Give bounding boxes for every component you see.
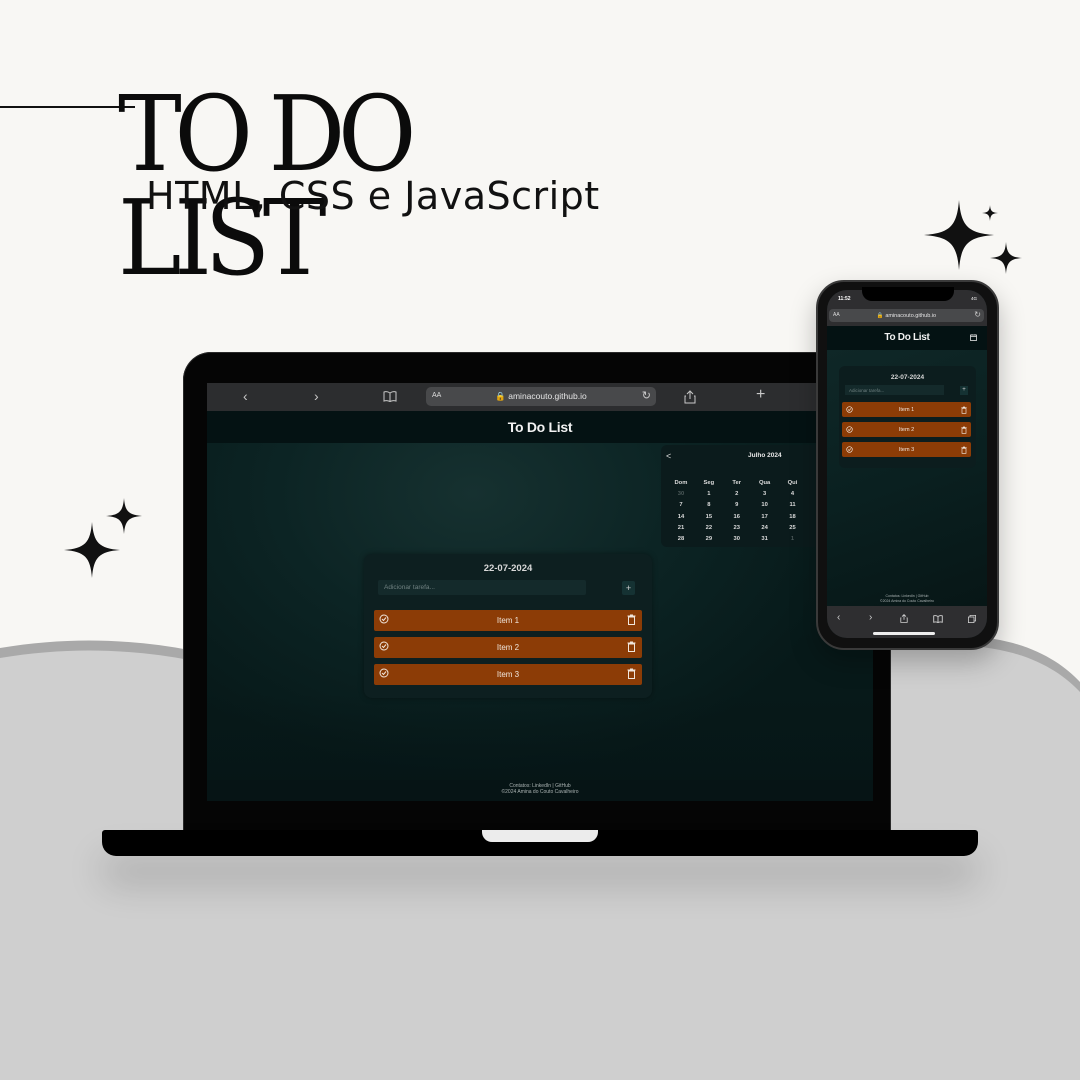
calendar-icon[interactable] (970, 334, 977, 341)
trash-icon[interactable] (627, 668, 636, 679)
todo-item-label: Item 3 (898, 446, 915, 453)
trash-icon[interactable] (627, 641, 636, 652)
todo-item[interactable]: Item 2 (842, 422, 971, 437)
todo-date: 22-07-2024 (890, 374, 925, 381)
app-title: To Do List (884, 332, 930, 343)
trash-icon[interactable] (961, 446, 967, 454)
app-title: To Do List (507, 419, 573, 435)
phone-address-bar: AA 🔒 aminacouto.github.io ↻ (827, 306, 987, 326)
trash-icon[interactable] (627, 614, 636, 625)
status-time: 11:52 (838, 296, 851, 302)
calendar-day[interactable]: 1 (779, 536, 807, 542)
app-header: To Do List (207, 411, 873, 443)
chevron-left-icon[interactable]: ‹ (837, 612, 840, 623)
reload-icon[interactable]: ↻ (974, 310, 981, 319)
chevron-left-icon[interactable]: ‹ (243, 388, 248, 404)
calendar-day[interactable]: 30 (723, 536, 751, 542)
task-input[interactable] (378, 580, 586, 595)
calendar-day[interactable]: 28 (667, 536, 695, 542)
chevron-right-icon[interactable]: › (314, 388, 319, 404)
phone-screen: 11:52 4G AA 🔒 aminacouto.github.io ↻ To … (827, 290, 987, 638)
todo-item[interactable]: Item 1 (842, 402, 971, 417)
url-value: aminacouto.github.io (508, 391, 587, 401)
share-icon[interactable] (900, 614, 908, 623)
todo-item-label: Item 2 (496, 643, 520, 652)
todo-item-label: Item 2 (898, 426, 915, 433)
home-indicator (873, 632, 935, 635)
laptop-notch (482, 830, 598, 842)
trash-icon[interactable] (961, 426, 967, 434)
browser-toolbar: ‹ › AA 🔒 aminacouto.github.io ↻ + (207, 383, 873, 411)
book-icon[interactable] (383, 391, 397, 402)
app-footer: Contatos: LinkedIn | GitHub ©2024 Amina … (827, 594, 987, 603)
laptop-screen: ‹ › AA 🔒 aminacouto.github.io ↻ + To Do … (207, 383, 873, 801)
calendar-day[interactable]: 31 (751, 536, 779, 542)
url-value: aminacouto.github.io (885, 312, 937, 319)
footer-copyright: ©2024 Amina do Couto Cavalheiro (880, 598, 934, 603)
sparkle-icon (106, 498, 142, 534)
calendar-day[interactable]: 29 (695, 536, 723, 542)
todo-item-label: Item 1 (496, 616, 520, 625)
app-footer: Contatos: LinkedIn | GitHub ©2024 Amina … (207, 780, 873, 801)
todo-card: 22-07-2024 + Item 1 Item 2 Item 3 (364, 554, 652, 698)
reload-icon[interactable]: ↻ (642, 389, 651, 402)
phone-browser-toolbar: ‹ › (827, 606, 987, 638)
todo-date: 22-07-2024 (483, 563, 533, 574)
phone-notch (862, 287, 954, 301)
decorative-line (0, 106, 135, 108)
calendar-prev-button[interactable]: < (666, 451, 671, 461)
address-bar[interactable]: AA 🔒 aminacouto.github.io ↻ (426, 387, 656, 406)
todo-item-label: Item 3 (496, 670, 520, 679)
sparkle-icon (990, 242, 1022, 274)
url-text: 🔒 aminacouto.github.io (495, 391, 587, 401)
todo-item[interactable]: Item 3 (374, 664, 642, 685)
hero-subtitle: HTML, CSS e JavaScript (146, 174, 600, 218)
app-body: 22-07-2024 + Item 1 Item 2 Item 3 (827, 350, 987, 606)
sparkle-icon (982, 205, 998, 221)
status-signal: 4G (970, 296, 977, 301)
trash-icon[interactable] (961, 406, 967, 414)
chevron-right-icon[interactable]: › (869, 612, 872, 623)
task-input[interactable] (845, 385, 944, 395)
url-text: 🔒 aminacouto.github.io (876, 312, 937, 319)
footer-copyright: ©2024 Amina do Couto Cavalheiro (501, 789, 579, 795)
tabs-icon[interactable] (968, 615, 976, 623)
todo-item[interactable]: Item 3 (842, 442, 971, 457)
add-task-button[interactable]: + (622, 581, 635, 595)
app-header: To Do List (827, 326, 987, 350)
calendar-month: Julho 2024 (748, 452, 782, 459)
address-bar[interactable]: AA 🔒 aminacouto.github.io ↻ (829, 309, 984, 322)
add-task-button[interactable]: + (960, 386, 968, 395)
todo-card: 22-07-2024 + Item 1 Item 2 Item 3 (839, 366, 976, 468)
book-icon[interactable] (933, 615, 943, 623)
share-icon[interactable] (684, 390, 696, 404)
plus-icon[interactable]: + (756, 386, 765, 404)
todo-item[interactable]: Item 1 (374, 610, 642, 631)
todo-item[interactable]: Item 2 (374, 637, 642, 658)
todo-item-label: Item 1 (898, 406, 915, 413)
